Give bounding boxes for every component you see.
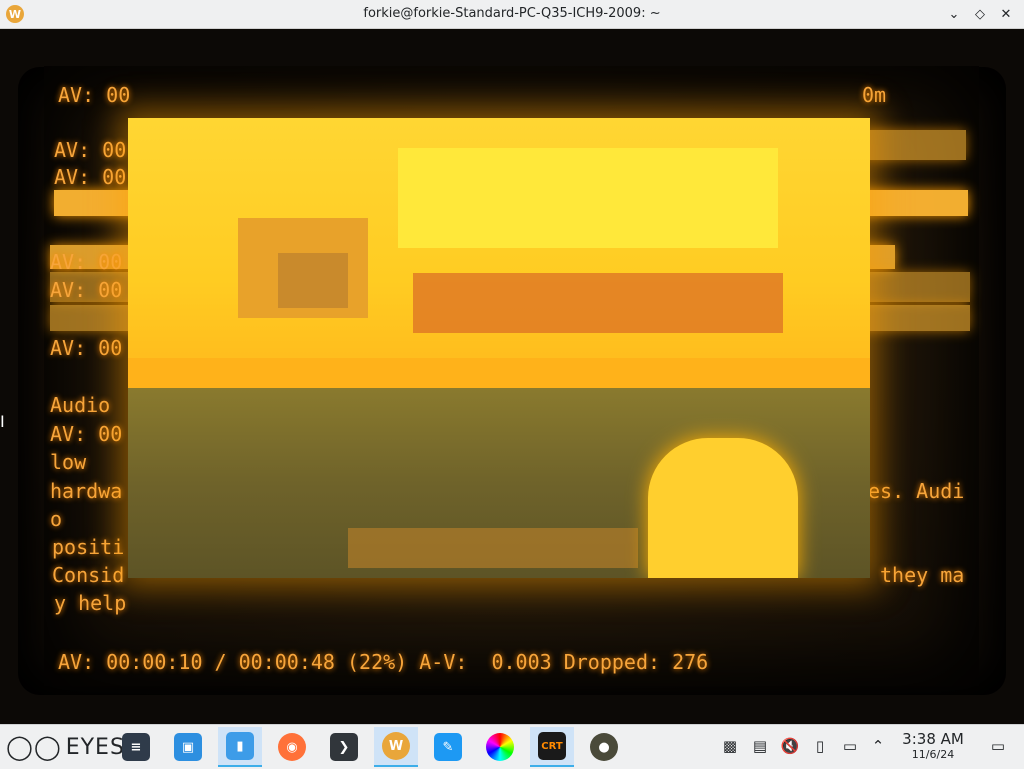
taskbar-kate[interactable]: ✎: [426, 727, 470, 767]
close-button[interactable]: ✕: [996, 4, 1016, 24]
discover-icon: ▣: [174, 733, 202, 761]
terminal-line: Audio: [50, 393, 111, 417]
crt-icon: CRT: [538, 732, 566, 760]
text-cursor-icon: I: [0, 412, 5, 431]
video-frame: [128, 118, 870, 578]
mpv-status-line: AV: 00:00:10 / 00:00:48 (22%) A-V: 0.003…: [58, 650, 709, 674]
video-highlight: [648, 438, 798, 578]
taskbar-firefox[interactable]: ◉: [270, 727, 314, 767]
clipboard-icon[interactable]: ▤: [750, 735, 770, 757]
color-wheel-icon: [486, 733, 514, 761]
taskbar-crt[interactable]: CRT: [530, 727, 574, 767]
terminal-line: es. Audi: [868, 479, 965, 503]
taskbar-file-manager[interactable]: ▮: [218, 727, 262, 767]
video-block: [413, 273, 783, 333]
taskbar-discover[interactable]: ▣: [166, 727, 210, 767]
kate-icon: ✎: [434, 733, 462, 761]
firefox-icon: ◉: [278, 733, 306, 761]
window-title: forkie@forkie-Standard-PC-Q35-ICH9-2009:…: [363, 6, 661, 21]
terminal-line: 0m: [862, 83, 887, 107]
terminal-line: Consid: [52, 563, 125, 587]
video-band: [348, 528, 638, 568]
window-titlebar: W forkie@forkie-Standard-PC-Q35-ICH9-200…: [0, 0, 1024, 29]
taskbar-terminal[interactable]: ❯: [322, 727, 366, 767]
highlight-bar: [866, 130, 966, 160]
video-block: [278, 253, 348, 308]
volume-muted-icon[interactable]: 🔇: [780, 735, 800, 757]
folder-icon: ▮: [226, 732, 254, 760]
video-block: [128, 358, 870, 388]
terminal-line: AV: 00: [50, 336, 123, 360]
terminal-line: AV: 00: [50, 250, 123, 274]
display-icon[interactable]: ▭: [840, 735, 860, 757]
minimize-button[interactable]: ⌄: [944, 4, 964, 24]
terminal-line: AV: 00: [50, 278, 123, 302]
maximize-button[interactable]: ◇: [970, 4, 990, 24]
terminal-line: AV: 00: [58, 83, 131, 107]
eyes-icon: ◯◯: [6, 733, 62, 761]
close-icon: ✕: [1000, 6, 1012, 22]
taskbar-media[interactable]: ●: [582, 727, 626, 767]
show-desktop-icon[interactable]: ▭: [988, 735, 1008, 757]
taskbar: ◯◯ EYES ≡ ▣ ▮ ◉ ❯ W ✎ CRT ● ▩ ▤ 🔇 ▯ ▭ ⌃ …: [0, 724, 1024, 769]
terminal-line: they ma: [880, 563, 965, 587]
terminal-line: y help: [54, 591, 127, 615]
terminal-icon: ❯: [330, 733, 358, 761]
terminal-line: positi: [52, 535, 125, 559]
terminal-line: o: [50, 507, 63, 531]
maximize-icon: ◇: [975, 6, 985, 22]
terminal-line: low: [50, 450, 87, 474]
w-app-icon: W: [382, 732, 410, 760]
terminal-line: AV: 00: [50, 422, 123, 446]
video-upper-region: [128, 118, 870, 388]
taskbar-settings[interactable]: ≡: [114, 727, 158, 767]
terminal-line: AV: 00: [54, 165, 127, 189]
video-block: [398, 148, 778, 248]
terminal-line: hardwa: [50, 479, 123, 503]
launcher-button[interactable]: ◯◯ EYES: [6, 733, 125, 761]
chevron-up-icon[interactable]: ⌃: [868, 735, 888, 757]
clock-date: 11/6/24: [911, 748, 955, 761]
chevron-down-icon: ⌄: [948, 6, 960, 22]
clock[interactable]: 3:38 AM 11/6/24: [898, 730, 968, 762]
media-icon: ●: [590, 733, 618, 761]
terminal-line: AV: 00: [54, 138, 127, 162]
network-manager-icon[interactable]: ▩: [720, 735, 740, 757]
taskbar-color-app[interactable]: [478, 727, 522, 767]
settings-icon: ≡: [122, 733, 150, 761]
taskbar-w-app[interactable]: W: [374, 727, 418, 767]
clock-time: 3:38 AM: [902, 730, 964, 748]
usb-icon[interactable]: ▯: [810, 735, 830, 757]
